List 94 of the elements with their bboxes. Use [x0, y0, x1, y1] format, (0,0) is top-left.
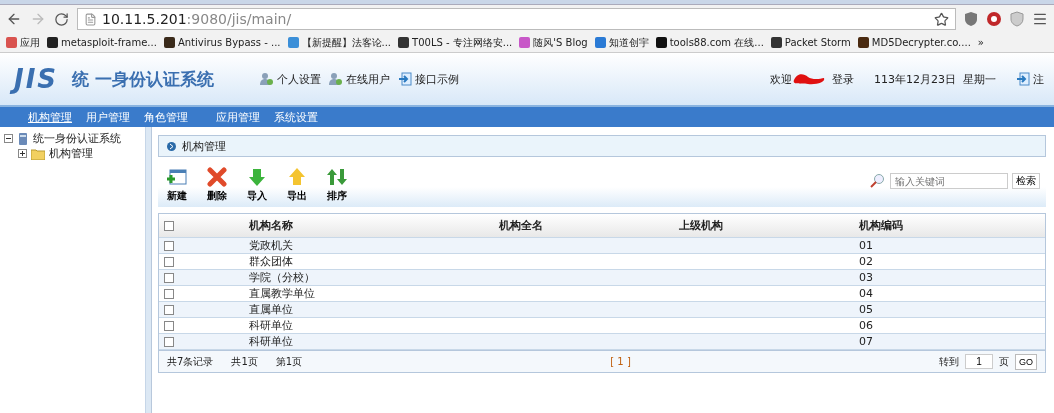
page-input[interactable]: 1: [964, 354, 993, 369]
go-button[interactable]: GO: [1014, 353, 1037, 370]
login-text: 登录: [832, 71, 854, 87]
table-cell-text: 07: [859, 335, 874, 348]
panel-title: 机构管理: [182, 138, 226, 154]
table-cell-text: 学院（分校）: [249, 270, 316, 285]
url-path: :9080/jis/main/: [186, 11, 292, 27]
column-header: 上级机构: [679, 218, 724, 233]
toolbar-button[interactable]: 导入: [244, 167, 270, 203]
bookmark[interactable]: 【新提醒】法客论...: [287, 35, 392, 50]
row-checkbox[interactable]: [164, 320, 174, 331]
header-link[interactable]: 接口示例: [398, 71, 460, 87]
shield-icon[interactable]: [1010, 11, 1024, 27]
page-icon: [84, 12, 97, 26]
nav-tab[interactable]: 角色管理: [144, 109, 188, 125]
new-document-icon: [166, 167, 188, 187]
nav-tab[interactable]: 系统设置: [274, 109, 318, 125]
column-header: 机构名称: [249, 218, 294, 233]
table-cell-text: 03: [859, 271, 874, 284]
table-cell-text: 02: [859, 255, 874, 268]
delete-icon: [206, 167, 228, 187]
stop-sign-icon[interactable]: [986, 11, 1002, 27]
reload-icon[interactable]: [54, 11, 69, 27]
table-cell-text: 党政机关: [249, 238, 294, 253]
users-icon: [329, 72, 344, 86]
collapse-icon[interactable]: [4, 134, 13, 143]
bookmark[interactable]: tools88.com 在线...: [655, 35, 764, 50]
search-icon: [870, 173, 886, 189]
row-checkbox[interactable]: [164, 304, 174, 315]
tree-item[interactable]: 机构管理: [49, 146, 93, 161]
column-header: 机构全名: [499, 218, 544, 233]
table-cell-text: 科研单位: [249, 318, 294, 333]
menu-icon[interactable]: [1032, 11, 1048, 27]
logout-link[interactable]: 注: [1016, 71, 1044, 87]
app-title: 统 一身份认证系统: [72, 67, 215, 91]
page-count: 共1页: [231, 354, 258, 369]
sort-arrows-icon: [326, 167, 348, 187]
toolbar-button[interactable]: 新建: [164, 167, 190, 203]
nav-tab[interactable]: 用户管理: [86, 109, 130, 125]
shield-icon[interactable]: [964, 11, 978, 27]
more-bookmarks[interactable]: »: [977, 37, 984, 48]
search-button[interactable]: 检索: [1012, 173, 1040, 189]
select-all-checkbox[interactable]: [164, 220, 174, 231]
record-count: 共7条记录: [167, 354, 214, 369]
header-link[interactable]: 个人设置: [260, 71, 322, 87]
nav-tab[interactable]: 机构管理: [28, 109, 72, 125]
row-checkbox[interactable]: [164, 256, 174, 267]
expand-icon[interactable]: [18, 149, 27, 158]
table-cell-text: 直属教学单位: [249, 286, 316, 301]
folder-icon: [31, 147, 45, 160]
row-checkbox[interactable]: [164, 288, 174, 299]
table-cell-text: 科研单位: [249, 334, 294, 349]
up-arrow-icon: [286, 167, 308, 187]
bookmark[interactable]: T00LS - 专注网络安...: [398, 35, 513, 50]
page-link[interactable]: [ 1 ]: [610, 356, 631, 367]
header-link[interactable]: 在线用户: [329, 71, 391, 87]
column-header: 机构编码: [859, 218, 904, 233]
goto-label: 转到: [938, 354, 959, 369]
table-cell-text: 01: [859, 239, 874, 252]
bullet-icon: [167, 141, 176, 151]
welcome-text: 欢迎: [770, 71, 792, 87]
table-cell-text: 05: [859, 303, 874, 316]
toolbar-button[interactable]: 删除: [204, 167, 230, 203]
bookmark[interactable]: metasploit-frame...: [47, 37, 157, 48]
server-icon: [17, 131, 29, 146]
row-checkbox[interactable]: [164, 240, 174, 251]
back-icon[interactable]: [6, 11, 22, 27]
logo: JIS: [10, 62, 63, 96]
search-field[interactable]: 输入关键词: [890, 173, 1008, 189]
star-icon[interactable]: [934, 11, 949, 27]
bookmark[interactable]: 随风'S Blog: [519, 35, 588, 50]
toolbar-button[interactable]: 排序: [324, 167, 350, 203]
toolbar-button[interactable]: 导出: [284, 167, 310, 203]
logout-arrow-icon: [1016, 72, 1030, 86]
row-checkbox[interactable]: [164, 336, 174, 347]
page-unit: 页: [998, 354, 1009, 369]
bookmark[interactable]: 应用: [6, 35, 40, 50]
nav-tab[interactable]: 应用管理: [216, 109, 260, 125]
down-arrow-icon: [246, 167, 268, 187]
redaction-scribble: [792, 72, 826, 86]
bookmark[interactable]: 知道创宇: [594, 35, 649, 50]
bookmark[interactable]: Antivirus Bypass - ...: [163, 37, 281, 48]
tree-item[interactable]: 统一身份认证系统: [33, 131, 121, 146]
address-bar[interactable]: 10.11.5.201:9080/jis/main/: [77, 8, 956, 30]
table-cell-text: 直属单位: [249, 302, 294, 317]
bookmark[interactable]: Packet Storm: [770, 37, 851, 48]
table-cell-text: 群众团体: [249, 254, 294, 269]
table-cell-text: 06: [859, 319, 874, 332]
current-page: 第1页: [275, 354, 303, 369]
table-cell-text: 04: [859, 287, 874, 300]
date-text: 113年12月23日 星期一: [874, 71, 996, 87]
url-host: 10.11.5.201: [102, 11, 187, 27]
row-checkbox[interactable]: [164, 272, 174, 283]
bookmark[interactable]: MD5Decrypter.co....: [857, 37, 971, 48]
